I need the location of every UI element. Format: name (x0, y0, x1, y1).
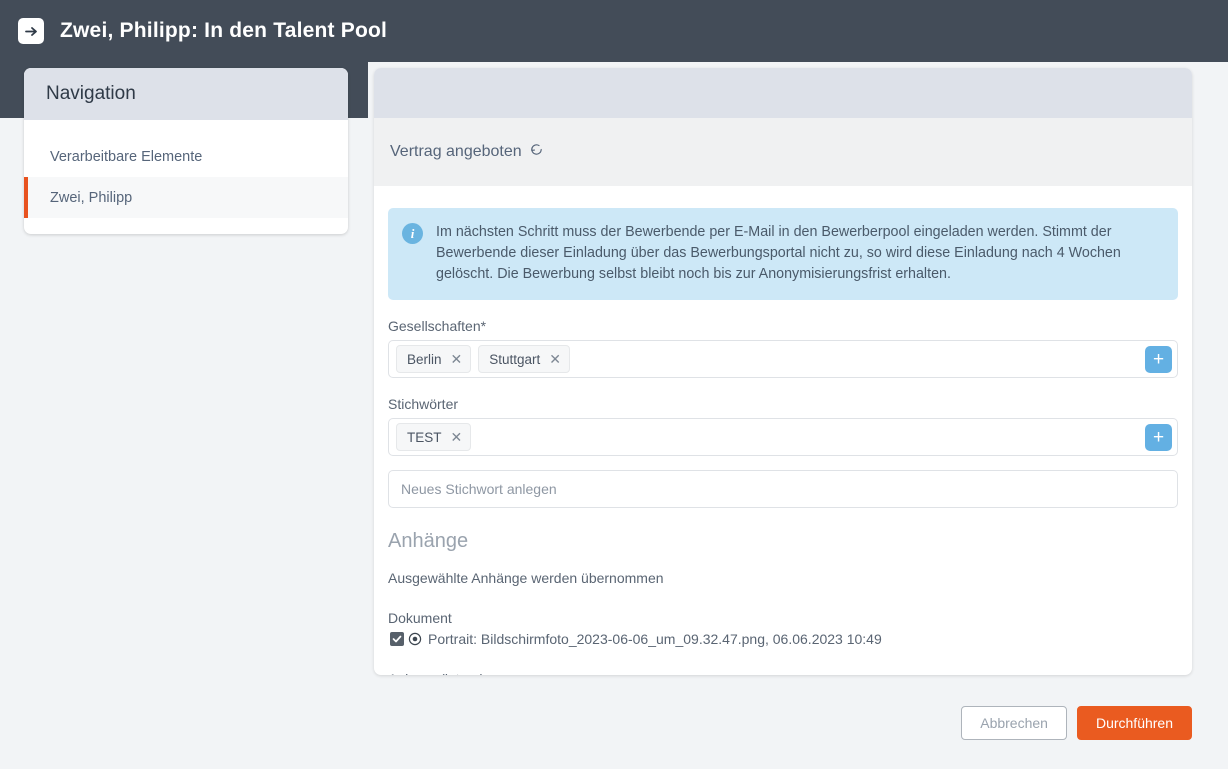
main-panel-body: i Im nächsten Schritt muss der Bewerbend… (374, 186, 1192, 675)
keywords-field-group: Stichwörter TEST ✕ + (388, 396, 1178, 508)
navigation-list: Verarbeitbare Elemente Zwei, Philipp (24, 120, 348, 234)
main-panel: Vertrag angeboten i Im nächsten Schritt … (374, 68, 1192, 675)
eye-icon[interactable] (408, 632, 422, 646)
footer-actions: Abbrechen Durchführen (0, 703, 1228, 743)
chip-stuttgart[interactable]: Stuttgart ✕ (478, 345, 571, 373)
close-icon[interactable]: ✕ (549, 352, 561, 366)
companies-chip-input[interactable]: Berlin ✕ Stuttgart ✕ + (388, 340, 1178, 378)
cancel-button[interactable]: Abbrechen (961, 706, 1067, 740)
status-bar: Vertrag angeboten (374, 118, 1192, 186)
close-icon[interactable]: ✕ (451, 352, 463, 366)
navigation-panel: Navigation Verarbeitbare Elemente Zwei, … (24, 68, 348, 234)
keywords-label: Stichwörter (388, 396, 459, 412)
add-company-button[interactable]: + (1145, 345, 1172, 373)
navigation-header: Navigation (24, 68, 348, 120)
info-banner: i Im nächsten Schritt muss der Bewerbend… (388, 208, 1178, 300)
sidebar-item-zwei-philipp[interactable]: Zwei, Philipp (24, 177, 348, 218)
close-icon[interactable]: ✕ (451, 430, 463, 444)
attachments-note: Ausgewählte Anhänge werden übernommen (388, 570, 664, 586)
sidebar-item-label: Verarbeitbare Elemente (50, 148, 203, 165)
page-title: Zwei, Philipp: In den Talent Pool (60, 19, 388, 42)
attachment-row: Portrait: Bildschirmfoto_2023-06-06_um_0… (388, 631, 1178, 647)
keywords-chip-input[interactable]: TEST ✕ + (388, 418, 1178, 456)
attachment-checkbox[interactable] (390, 632, 404, 646)
sidebar-item-label: Zwei, Philipp (50, 189, 133, 206)
info-icon: i (402, 223, 423, 244)
info-banner-text: Im nächsten Schritt muss der Bewerbende … (436, 224, 1121, 282)
internal-attachment-label: Anhang (intern) (388, 671, 1178, 675)
app-header: Zwei, Philipp: In den Talent Pool (0, 0, 1228, 62)
navigation-title: Navigation (46, 83, 136, 104)
arrow-right-icon (18, 18, 44, 44)
chip-test[interactable]: TEST ✕ (396, 423, 472, 451)
companies-chip-list: Berlin ✕ Stuttgart ✕ (396, 345, 1145, 373)
chip-berlin[interactable]: Berlin ✕ (396, 345, 472, 373)
new-keyword-input[interactable] (388, 470, 1178, 508)
keywords-chip-list: TEST ✕ (396, 423, 1145, 451)
attachment-name: Portrait: Bildschirmfoto_2023-06-06_um_0… (428, 631, 882, 647)
chip-label: TEST (407, 429, 442, 445)
main-panel-header (374, 68, 1192, 118)
add-keyword-button[interactable]: + (1145, 423, 1172, 451)
sidebar-item-verarbeitbare-elemente[interactable]: Verarbeitbare Elemente (24, 136, 348, 177)
companies-label: Gesellschaften* (388, 318, 487, 334)
chip-label: Stuttgart (489, 351, 541, 367)
chip-label: Berlin (407, 351, 442, 367)
attachments-heading: Anhänge (388, 530, 469, 552)
submit-button[interactable]: Durchführen (1076, 706, 1192, 740)
refresh-icon[interactable] (529, 142, 544, 162)
companies-field-group: Gesellschaften* Berlin ✕ Stuttgart ✕ + (388, 318, 1178, 378)
status-label: Vertrag angeboten (390, 143, 522, 160)
document-label: Dokument (388, 610, 452, 626)
